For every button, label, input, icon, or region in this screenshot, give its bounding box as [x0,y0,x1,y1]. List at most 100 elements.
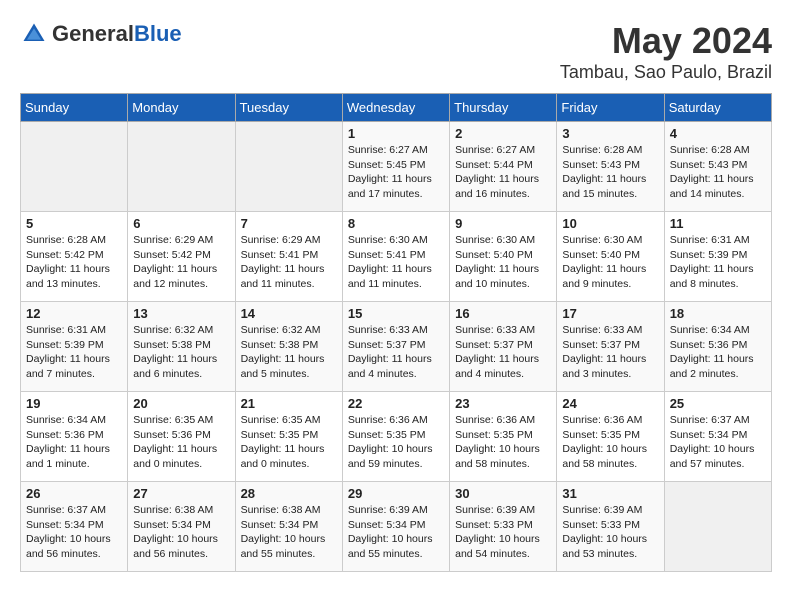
calendar-cell: 29Sunrise: 6:39 AM Sunset: 5:34 PM Dayli… [342,482,449,572]
day-number: 22 [348,396,444,411]
calendar-cell: 4Sunrise: 6:28 AM Sunset: 5:43 PM Daylig… [664,122,771,212]
day-header-tuesday: Tuesday [235,94,342,122]
calendar-cell: 31 Sunrise: 6:39 AM Sunset: 5:33 PM Dayli… [557,482,664,572]
calendar-cell: 22Sunrise: 6:36 AM Sunset: 5:35 PM Dayli… [342,392,449,482]
day-info: Sunrise: 6:37 AM Sunset: 5:34 PM Dayligh… [670,413,766,472]
day-number: 7 [241,216,337,231]
logo: GeneralBlue [20,20,182,48]
day-info: Sunrise: 6:29 AM Sunset: 5:42 PM Dayligh… [133,233,229,292]
calendar-cell: 24Sunrise: 6:36 AM Sunset: 5:35 PM Dayli… [557,392,664,482]
location-title: Tambau, Sao Paulo, Brazil [560,62,772,83]
day-info: Sunrise: 6:33 AM Sunset: 5:37 PM Dayligh… [348,323,444,382]
day-info: Sunrise: 6:29 AM Sunset: 5:41 PM Dayligh… [241,233,337,292]
day-number: 29 [348,486,444,501]
day-number: 15 [348,306,444,321]
day-header-thursday: Thursday [450,94,557,122]
day-number: 9 [455,216,551,231]
day-number: 26 [26,486,122,501]
day-number: 3 [562,126,658,141]
day-number: 13 [133,306,229,321]
day-number: 10 [562,216,658,231]
day-info: Sunrise: 6:37 AM Sunset: 5:34 PM Dayligh… [26,503,122,562]
day-info: Sunrise: 6:28 AM Sunset: 5:42 PM Dayligh… [26,233,122,292]
calendar-cell: 11 Sunrise: 6:31 AM Sunset: 5:39 PM Dayli… [664,212,771,302]
day-info: Sunrise: 6:34 AM Sunset: 5:36 PM Dayligh… [26,413,122,472]
day-info: Sunrise: 6:36 AM Sunset: 5:35 PM Dayligh… [455,413,551,472]
day-header-monday: Monday [128,94,235,122]
page-header: GeneralBlue May 2024 Tambau, Sao Paulo, … [20,20,772,83]
calendar-cell: 10 Sunrise: 6:30 AM Sunset: 5:40 PM Dayli… [557,212,664,302]
calendar-cell [21,122,128,212]
day-number: 6 [133,216,229,231]
day-info: Sunrise: 6:31 AM Sunset: 5:39 PM Dayligh… [26,323,122,382]
calendar-cell: 16 Sunrise: 6:33 AM Sunset: 5:37 PM Dayli… [450,302,557,392]
day-info: Sunrise: 6:28 AM Sunset: 5:43 PM Dayligh… [562,143,658,202]
day-number: 14 [241,306,337,321]
calendar-cell: 5Sunrise: 6:28 AM Sunset: 5:42 PM Daylig… [21,212,128,302]
day-number: 4 [670,126,766,141]
calendar-cell: 2Sunrise: 6:27 AM Sunset: 5:44 PM Daylig… [450,122,557,212]
calendar-cell: 18Sunrise: 6:34 AM Sunset: 5:36 PM Dayli… [664,302,771,392]
day-info: Sunrise: 6:30 AM Sunset: 5:40 PM Dayligh… [562,233,658,292]
day-info: Sunrise: 6:38 AM Sunset: 5:34 PM Dayligh… [241,503,337,562]
day-number: 8 [348,216,444,231]
day-number: 17 [562,306,658,321]
day-header-wednesday: Wednesday [342,94,449,122]
day-number: 12 [26,306,122,321]
day-number: 2 [455,126,551,141]
calendar-week-row: 26 Sunrise: 6:37 AM Sunset: 5:34 PM Dayli… [21,482,772,572]
calendar-cell: 7 Sunrise: 6:29 AM Sunset: 5:41 PM Daylig… [235,212,342,302]
calendar-cell [128,122,235,212]
calendar-cell: 13 Sunrise: 6:32 AM Sunset: 5:38 PM Dayli… [128,302,235,392]
calendar-week-row: 12 Sunrise: 6:31 AM Sunset: 5:39 PM Dayli… [21,302,772,392]
calendar-cell: 9Sunrise: 6:30 AM Sunset: 5:40 PM Daylig… [450,212,557,302]
day-number: 20 [133,396,229,411]
logo-general: General [52,21,134,46]
calendar-week-row: 1Sunrise: 6:27 AM Sunset: 5:45 PM Daylig… [21,122,772,212]
calendar-week-row: 19 Sunrise: 6:34 AM Sunset: 5:36 PM Dayli… [21,392,772,482]
day-number: 11 [670,216,766,231]
calendar-cell: 26 Sunrise: 6:37 AM Sunset: 5:34 PM Dayli… [21,482,128,572]
calendar-cell: 15 Sunrise: 6:33 AM Sunset: 5:37 PM Dayli… [342,302,449,392]
calendar-cell: 14 Sunrise: 6:32 AM Sunset: 5:38 PM Dayli… [235,302,342,392]
day-info: Sunrise: 6:31 AM Sunset: 5:39 PM Dayligh… [670,233,766,292]
day-info: Sunrise: 6:39 AM Sunset: 5:33 PM Dayligh… [562,503,658,562]
calendar-table: SundayMondayTuesdayWednesdayThursdayFrid… [20,93,772,572]
calendar-cell: 12 Sunrise: 6:31 AM Sunset: 5:39 PM Dayli… [21,302,128,392]
calendar-cell [664,482,771,572]
calendar-cell: 27Sunrise: 6:38 AM Sunset: 5:34 PM Dayli… [128,482,235,572]
day-info: Sunrise: 6:33 AM Sunset: 5:37 PM Dayligh… [562,323,658,382]
day-number: 16 [455,306,551,321]
logo-text: GeneralBlue [52,21,182,47]
month-title: May 2024 [560,20,772,62]
day-header-friday: Friday [557,94,664,122]
day-info: Sunrise: 6:27 AM Sunset: 5:45 PM Dayligh… [348,143,444,202]
day-number: 30 [455,486,551,501]
day-header-saturday: Saturday [664,94,771,122]
day-info: Sunrise: 6:33 AM Sunset: 5:37 PM Dayligh… [455,323,551,382]
day-number: 25 [670,396,766,411]
day-info: Sunrise: 6:35 AM Sunset: 5:36 PM Dayligh… [133,413,229,472]
day-info: Sunrise: 6:35 AM Sunset: 5:35 PM Dayligh… [241,413,337,472]
calendar-cell: 17 Sunrise: 6:33 AM Sunset: 5:37 PM Dayli… [557,302,664,392]
calendar-cell: 6 Sunrise: 6:29 AM Sunset: 5:42 PM Daylig… [128,212,235,302]
calendar-cell: 3 Sunrise: 6:28 AM Sunset: 5:43 PM Daylig… [557,122,664,212]
calendar-cell [235,122,342,212]
day-info: Sunrise: 6:32 AM Sunset: 5:38 PM Dayligh… [133,323,229,382]
calendar-cell: 19 Sunrise: 6:34 AM Sunset: 5:36 PM Dayli… [21,392,128,482]
day-number: 31 [562,486,658,501]
day-number: 19 [26,396,122,411]
calendar-cell: 28 Sunrise: 6:38 AM Sunset: 5:34 PM Dayli… [235,482,342,572]
logo-icon [20,20,48,48]
day-info: Sunrise: 6:36 AM Sunset: 5:35 PM Dayligh… [562,413,658,472]
logo-blue: Blue [134,21,182,46]
calendar-cell: 23Sunrise: 6:36 AM Sunset: 5:35 PM Dayli… [450,392,557,482]
calendar-cell: 20 Sunrise: 6:35 AM Sunset: 5:36 PM Dayli… [128,392,235,482]
day-number: 28 [241,486,337,501]
calendar-week-row: 5Sunrise: 6:28 AM Sunset: 5:42 PM Daylig… [21,212,772,302]
day-info: Sunrise: 6:38 AM Sunset: 5:34 PM Dayligh… [133,503,229,562]
day-info: Sunrise: 6:39 AM Sunset: 5:33 PM Dayligh… [455,503,551,562]
day-info: Sunrise: 6:32 AM Sunset: 5:38 PM Dayligh… [241,323,337,382]
calendar-header-row: SundayMondayTuesdayWednesdayThursdayFrid… [21,94,772,122]
day-info: Sunrise: 6:30 AM Sunset: 5:41 PM Dayligh… [348,233,444,292]
